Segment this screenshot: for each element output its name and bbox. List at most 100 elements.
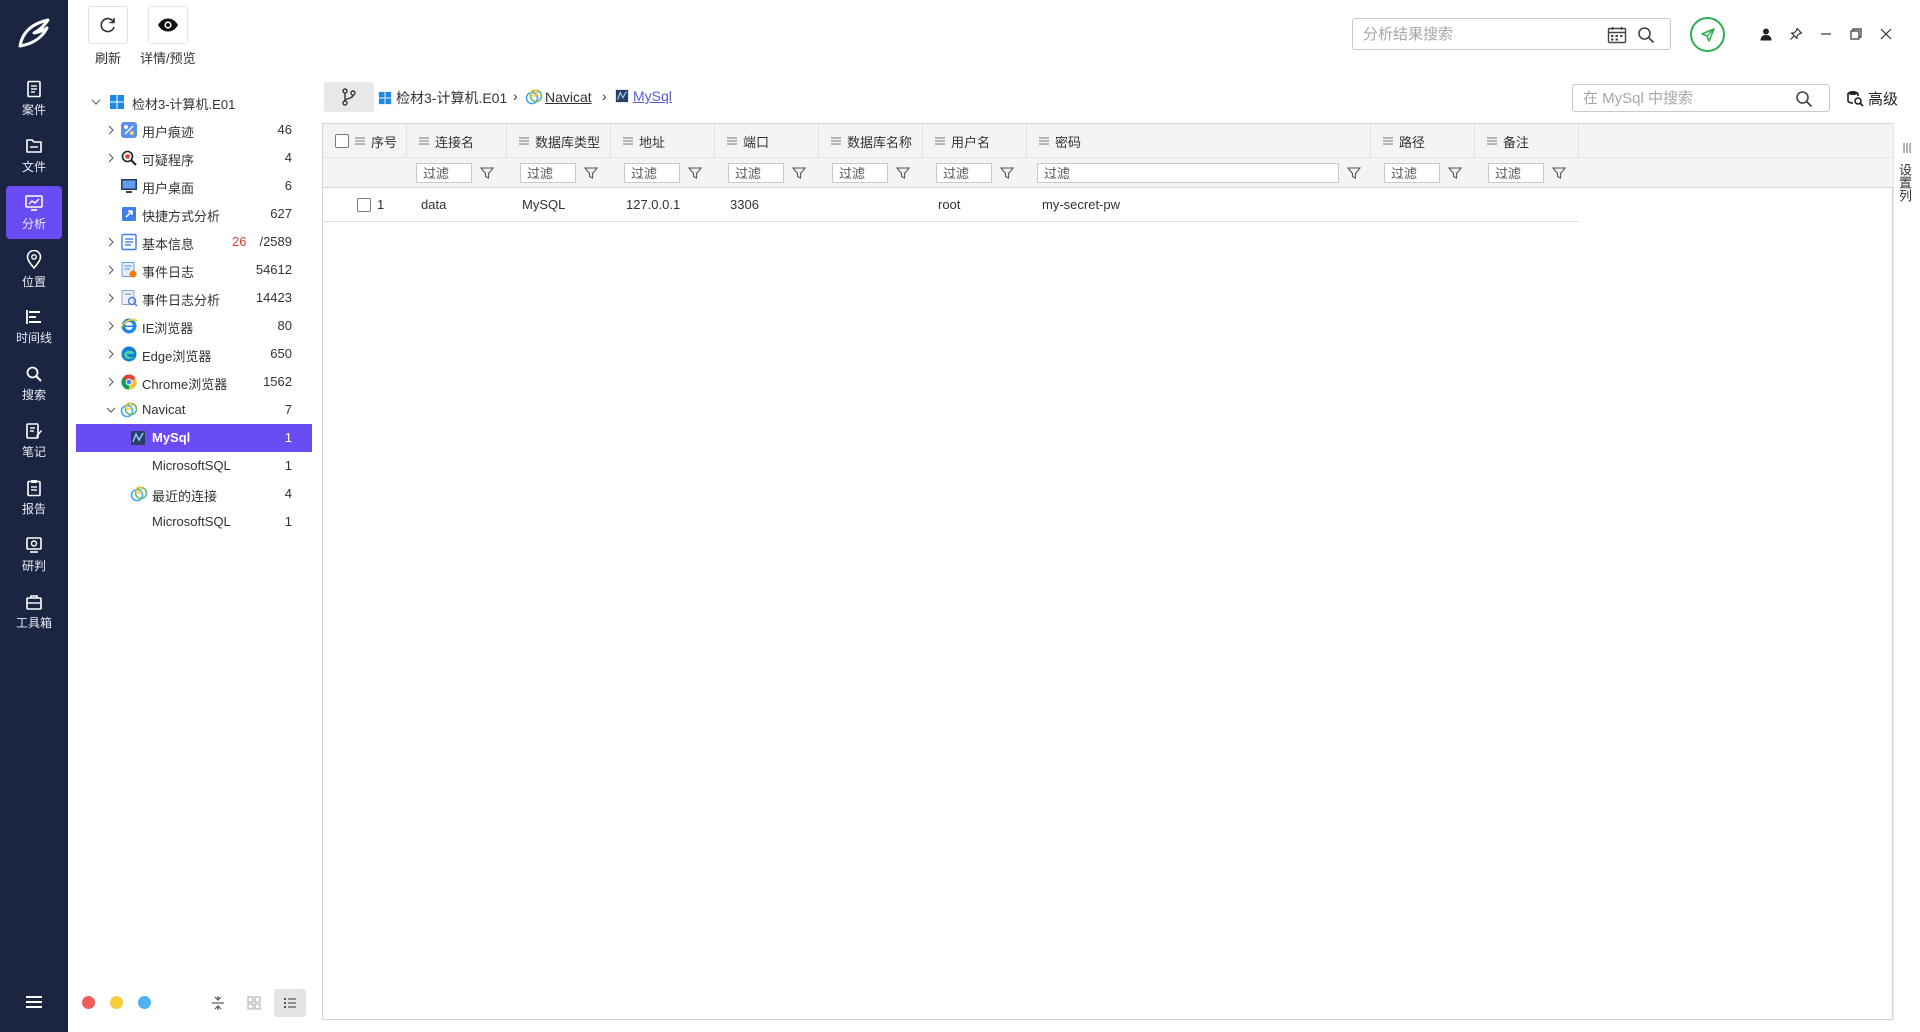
column-settings-tab[interactable]: 设置列 [1893,123,1920,1020]
tree-item-event-log[interactable]: 事件日志 54612 [76,256,312,284]
nav-note[interactable]: 笔记 [6,414,62,467]
header-note[interactable]: 备注 [1475,124,1579,158]
tree-item-microsoftsql[interactable]: MicrosoftSQL 1 [76,508,312,536]
analysis-search-input[interactable] [1363,25,1599,43]
chevron-right-icon[interactable] [106,237,116,247]
tree-item-chrome-browser[interactable]: Chrome浏览器 1562 [76,368,312,396]
nav-timeline[interactable]: 时间线 [6,300,62,353]
filter-input[interactable] [832,163,888,183]
filter-input[interactable] [520,163,576,183]
nav-timeline-label: 时间线 [15,330,52,345]
restore-button[interactable] [1846,24,1866,44]
tree-item-basic-info[interactable]: 基本信息 26 /2589 [76,228,312,256]
header-path[interactable]: 路径 [1371,124,1475,158]
filter-input[interactable] [936,163,992,183]
nav-toolbox[interactable]: 工具箱 [6,585,62,638]
detail-preview-button[interactable]: 详情/预览 [140,6,196,70]
nav-file[interactable]: 文件 [6,129,62,182]
close-button[interactable] [1876,24,1896,44]
filter-icon[interactable] [792,166,806,180]
nav-judgement[interactable]: 研判 [6,528,62,581]
filter-icon[interactable] [1000,166,1014,180]
tree-item-count: /2589 [259,234,292,249]
tree-item-user-desktop[interactable]: 用户桌面 6 [76,172,312,200]
filter-icon[interactable] [688,166,702,180]
chevron-right-icon[interactable] [106,377,116,387]
chevron-right-icon[interactable] [106,321,116,331]
filter-input[interactable] [416,163,472,183]
analysis-icon [25,194,43,211]
tree-item-user-traces[interactable]: 用户痕迹 46 [76,116,312,144]
header-label: 序号 [371,134,398,150]
tree-item-suspicious-programs[interactable]: 可疑程序 4 [76,144,312,172]
filter-icon[interactable] [584,166,598,180]
filter-input[interactable] [624,163,680,183]
pin-button[interactable] [1786,24,1806,44]
header-address[interactable]: 地址 [611,124,715,158]
header-index[interactable]: 序号 [323,124,407,158]
nav-report[interactable]: 报告 [6,471,62,524]
search-icon[interactable] [1637,26,1655,44]
grid-search-input[interactable] [1583,89,1783,107]
tree-item-edge-browser[interactable]: Edge浏览器 650 [76,340,312,368]
filter-icon[interactable] [480,166,494,180]
tree-item-recent-connections[interactable]: 最近的连接 4 [76,480,312,508]
refresh-button[interactable]: 刷新 [88,6,128,70]
chevron-right-icon[interactable] [106,125,116,135]
search-icon[interactable] [1795,90,1813,108]
nav-case[interactable]: 案件 [6,72,62,125]
filter-input[interactable] [1384,163,1440,183]
tree-item-count: 1 [284,430,292,445]
tree-item-ie-browser[interactable]: IE浏览器 80 [76,312,312,340]
red-tag-dot[interactable] [82,996,95,1009]
blue-tag-dot[interactable] [138,996,151,1009]
tree-item-microsoftsql[interactable]: MicrosoftSQL 1 [76,452,312,480]
chevron-right-icon[interactable] [106,349,116,359]
filter-input[interactable] [728,163,784,183]
tree-item-mysql[interactable]: MySql 1 [76,424,312,452]
header-username[interactable]: 用户名 [923,124,1027,158]
chevron-down-icon[interactable] [91,97,101,107]
filter-icon[interactable] [1448,166,1462,180]
breadcrumb-root[interactable]: 检材3-计算机.E01 [378,88,507,108]
header-port[interactable]: 端口 [715,124,819,158]
send-button[interactable] [1690,17,1725,52]
header-db-name[interactable]: 数据库名称 [819,124,923,158]
collapse-button[interactable] [202,989,234,1017]
header-db-type[interactable]: 数据库类型 [507,124,611,158]
navicat-icon [525,89,543,105]
branch-button[interactable] [324,82,374,112]
table-row[interactable]: 1 data MySQL 127.0.0.1 3306 root my-secr… [323,188,1579,222]
grid-view-button[interactable] [238,989,270,1017]
breadcrumb-navicat[interactable]: Navicat [525,88,592,106]
tree-item-event-log-analysis[interactable]: 事件日志分析 14423 [76,284,312,312]
chevron-down-icon[interactable] [106,405,116,415]
header-connection-name[interactable]: 连接名 [407,124,507,158]
yellow-tag-dot[interactable] [110,996,123,1009]
user-button[interactable] [1756,24,1776,44]
select-all-checkbox[interactable] [335,134,349,148]
chevron-right-icon[interactable] [106,293,116,303]
menu-button[interactable] [0,982,68,1022]
tree-item-navicat[interactable]: Navicat 7 [76,396,312,424]
nav-analysis[interactable]: 分析 [6,186,62,239]
header-password[interactable]: 密码 [1027,124,1371,158]
nav-location[interactable]: 位置 [6,243,62,296]
filter-input[interactable] [1037,163,1339,183]
row-checkbox[interactable] [357,198,371,212]
advanced-search-button[interactable]: 高级 [1846,86,1898,110]
filter-icon[interactable] [1552,166,1566,180]
calendar-icon[interactable] [1607,26,1627,44]
filter-icon[interactable] [896,166,910,180]
minimize-button[interactable] [1816,24,1836,44]
tree-item-shortcut-analysis[interactable]: 快捷方式分析 627 [76,200,312,228]
list-view-button[interactable] [274,989,306,1017]
nav-search[interactable]: 搜索 [6,357,62,410]
nav-analysis-label: 分析 [21,216,46,231]
chevron-right-icon[interactable] [106,153,116,163]
tree-root[interactable]: 检材3-计算机.E01 [76,88,312,116]
breadcrumb-mysql[interactable]: MySql [615,88,672,104]
chevron-right-icon[interactable] [106,265,116,275]
filter-input[interactable] [1488,163,1544,183]
filter-icon[interactable] [1347,166,1361,180]
